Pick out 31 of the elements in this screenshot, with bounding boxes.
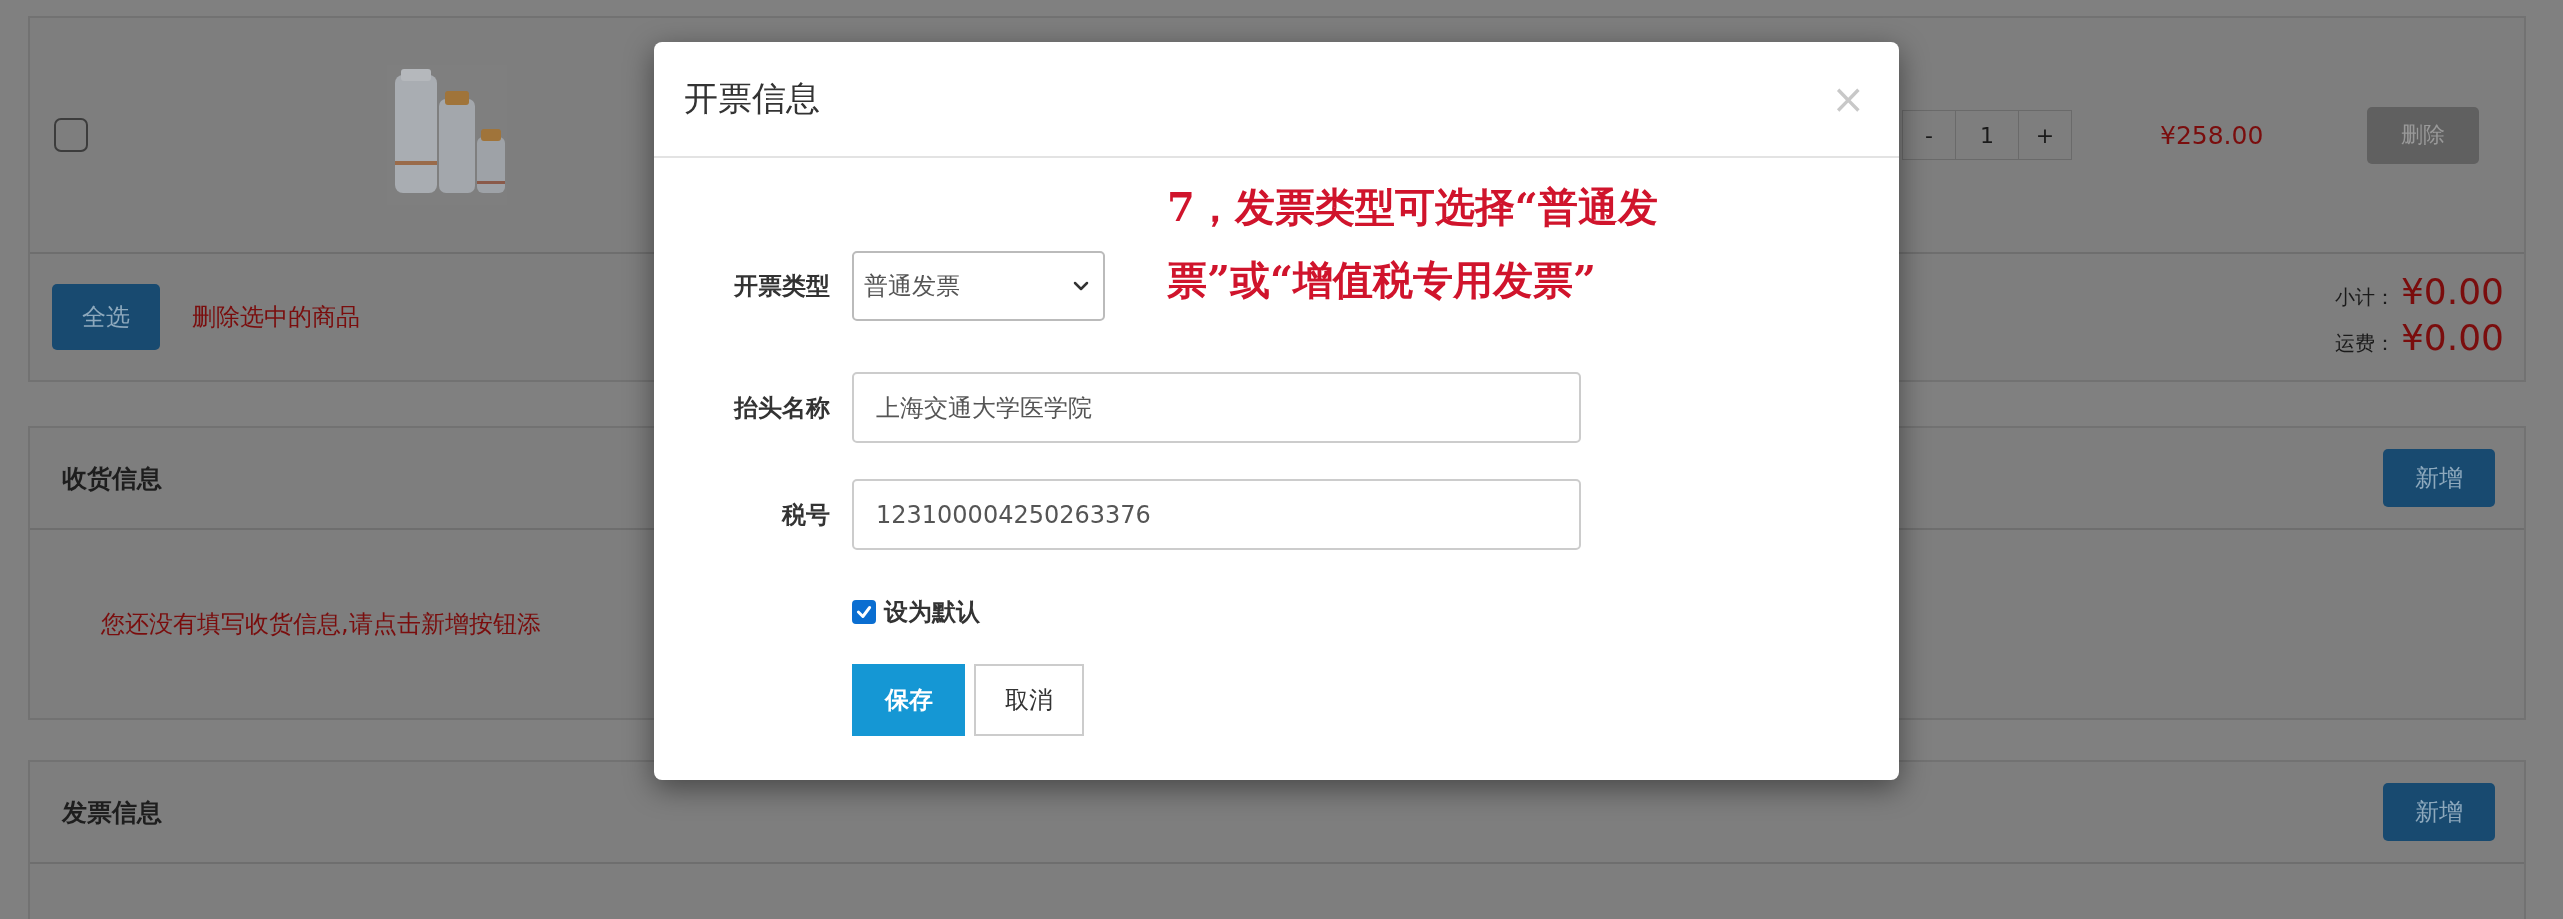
item-price: ¥258.00 bbox=[2160, 120, 2264, 150]
check-icon bbox=[855, 603, 873, 621]
section-title: 收货信息 bbox=[62, 462, 162, 495]
field-label: 开票类型 bbox=[733, 271, 830, 302]
empty-message: 您还没有填写收货信息,请点击新增按钮添 bbox=[101, 609, 541, 640]
summary-value: ¥0.00 bbox=[2400, 271, 2504, 312]
minus-button[interactable]: - bbox=[1903, 111, 1956, 159]
save-button[interactable]: 保存 bbox=[852, 664, 965, 736]
section-title: 发票信息 bbox=[62, 796, 162, 829]
select-all-button[interactable]: 全选 bbox=[52, 284, 160, 350]
checkbox-label: 设为默认 bbox=[884, 597, 980, 628]
add-button[interactable]: 新增 bbox=[2383, 449, 2495, 507]
delete-selected-link[interactable]: 删除选中的商品 bbox=[192, 301, 360, 333]
type-dropdown[interactable]: 普通发票 bbox=[852, 251, 1105, 321]
annotation-text: 7，发票类型可选择“普通发票”或“增值税专用发票” bbox=[1167, 182, 1659, 305]
cancel-button[interactable]: 取消 bbox=[974, 664, 1084, 736]
summary-value: ¥0.00 bbox=[2400, 317, 2504, 358]
field-label: 抬头名称 bbox=[732, 392, 830, 424]
input-field[interactable]: 123100004250263376 bbox=[852, 479, 1581, 550]
quantity-field[interactable]: 1 bbox=[1956, 111, 2019, 159]
checkbox[interactable] bbox=[852, 600, 876, 624]
delete-button[interactable]: 删除 bbox=[2367, 106, 2479, 164]
dialog-title: 开票信息 bbox=[684, 77, 820, 120]
field-label: 税号 bbox=[780, 499, 830, 531]
summary-label: 运费： bbox=[2334, 330, 2395, 357]
summary-label: 小计： bbox=[2334, 284, 2395, 311]
plus-button[interactable]: + bbox=[2019, 111, 2071, 159]
checkbox[interactable] bbox=[54, 118, 88, 152]
caret-icon bbox=[1073, 281, 1089, 291]
input-field[interactable]: 上海交通大学医学院 bbox=[852, 372, 1581, 443]
add-button[interactable]: 新增 bbox=[2383, 783, 2495, 841]
